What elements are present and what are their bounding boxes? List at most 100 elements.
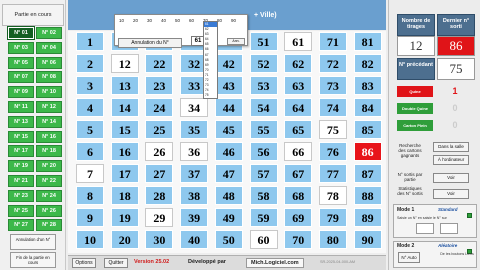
mode1-input-2[interactable] — [440, 223, 458, 234]
number-cell[interactable]: 10 — [76, 230, 104, 249]
game-button[interactable]: N° 14 — [36, 115, 62, 128]
number-cell[interactable]: 6 — [76, 142, 104, 161]
mode1-checkbox[interactable] — [467, 207, 472, 225]
number-cell[interactable]: 35 — [180, 120, 209, 139]
game-button[interactable]: N° 02 — [36, 27, 62, 39]
number-cell[interactable]: 68 — [284, 186, 313, 205]
number-cell[interactable]: 4 — [76, 98, 104, 117]
number-cell[interactable]: 74 — [318, 98, 347, 117]
number-cell[interactable]: 76 — [318, 142, 347, 161]
number-cell[interactable]: 37 — [180, 164, 209, 183]
cancel-number-confirm-button[interactable]: Annulation du N° — [118, 38, 182, 48]
dropdown-option[interactable]: 75 — [204, 93, 217, 98]
number-cell[interactable]: 2 — [76, 54, 104, 73]
game-button[interactable]: N° 28 — [36, 219, 62, 232]
game-button[interactable]: N° 11 — [8, 101, 34, 113]
auto-number-button[interactable]: N° Auto — [398, 252, 420, 263]
number-cell[interactable]: 5 — [76, 120, 104, 139]
number-cell[interactable]: 43 — [214, 76, 243, 95]
game-button[interactable]: N° 19 — [8, 160, 34, 173]
game-button[interactable]: N° 13 — [8, 115, 34, 128]
game-button[interactable]: N° 21 — [8, 175, 34, 187]
number-cell[interactable]: 66 — [284, 142, 313, 161]
game-button[interactable]: N° 12 — [36, 101, 62, 113]
number-cell[interactable]: 34 — [180, 98, 209, 117]
number-cell[interactable]: 77 — [318, 164, 347, 183]
game-button[interactable]: N° 03 — [8, 41, 34, 54]
number-cell[interactable]: 57 — [249, 164, 278, 183]
number-cell[interactable]: 14 — [110, 98, 139, 117]
number-cell[interactable]: 17 — [110, 164, 139, 183]
number-cell[interactable]: 47 — [214, 164, 243, 183]
range-option[interactable]: 90 — [231, 18, 236, 23]
number-cell[interactable]: 18 — [110, 186, 139, 205]
number-cell[interactable]: 13 — [110, 76, 139, 95]
range-option[interactable]: 50 — [175, 18, 180, 23]
number-cell[interactable]: 50 — [214, 230, 243, 249]
numbers-per-game-button[interactable]: Voir — [433, 173, 469, 183]
statistics-button[interactable]: Voir — [433, 189, 469, 199]
number-cell[interactable]: 54 — [249, 98, 278, 117]
number-cell[interactable]: 87 — [353, 164, 382, 183]
number-cell[interactable]: 70 — [284, 230, 313, 249]
game-button[interactable]: N° 20 — [36, 160, 62, 173]
number-cell[interactable]: 52 — [249, 54, 278, 73]
aux-button[interactable]: Ann. — [227, 38, 245, 45]
number-cell[interactable]: 36 — [180, 142, 209, 161]
number-cell[interactable]: 3 — [76, 76, 104, 95]
number-dropdown-list[interactable]: 61 62 63 64 65 66 67 68 69 70 71 72 73 74 75 — [203, 21, 218, 99]
website-link[interactable]: Mich.Logiciel.com — [246, 258, 304, 268]
number-cell[interactable]: 25 — [145, 120, 174, 139]
number-cell[interactable]: 23 — [145, 76, 174, 95]
game-button[interactable]: N° 04 — [36, 41, 62, 54]
number-cell[interactable]: 22 — [145, 54, 174, 73]
game-button[interactable]: N° 18 — [36, 145, 62, 158]
number-cell[interactable]: 44 — [214, 98, 243, 117]
number-cell[interactable]: 1 — [76, 32, 104, 51]
number-cell[interactable]: 26 — [145, 142, 174, 161]
number-cell[interactable]: 53 — [249, 76, 278, 95]
game-button[interactable]: N° 15 — [8, 130, 34, 143]
mode1-input-1[interactable] — [416, 223, 434, 234]
number-cell[interactable]: 65 — [284, 120, 313, 139]
game-button[interactable]: N° 26 — [36, 204, 62, 217]
number-cell[interactable]: 15 — [110, 120, 139, 139]
number-cell[interactable]: 60 — [249, 230, 278, 249]
number-cell[interactable]: 89 — [353, 208, 382, 227]
number-cell[interactable]: 73 — [318, 76, 347, 95]
number-cell[interactable]: 40 — [180, 230, 209, 249]
number-cell[interactable]: 82 — [353, 54, 382, 73]
number-cell[interactable]: 59 — [249, 208, 278, 227]
number-cell[interactable]: 46 — [214, 142, 243, 161]
number-cell[interactable]: 78 — [318, 186, 347, 205]
search-room-button[interactable]: Dans la salle — [433, 142, 469, 152]
game-button[interactable]: N° 05 — [8, 56, 34, 69]
number-cell[interactable]: 30 — [145, 230, 174, 249]
game-button[interactable]: N° 27 — [8, 219, 34, 232]
range-option[interactable]: 20 — [133, 18, 138, 23]
number-cell[interactable]: 81 — [353, 32, 382, 51]
number-cell[interactable]: 55 — [249, 120, 278, 139]
range-option[interactable]: 10 — [119, 18, 124, 23]
number-cell[interactable]: 51 — [249, 32, 278, 51]
game-button[interactable]: N° 10 — [36, 86, 62, 99]
number-cell[interactable]: 45 — [214, 120, 243, 139]
game-button[interactable]: N° 17 — [8, 145, 34, 158]
number-cell[interactable]: 58 — [249, 186, 278, 205]
number-cell[interactable]: 88 — [353, 186, 382, 205]
number-cell[interactable]: 42 — [214, 54, 243, 73]
number-cell[interactable]: 28 — [145, 186, 174, 205]
number-cell[interactable]: 69 — [284, 208, 313, 227]
game-button[interactable]: N° 23 — [8, 189, 34, 202]
number-cell[interactable]: 71 — [318, 32, 347, 51]
number-cell[interactable]: 49 — [214, 208, 243, 227]
number-cell[interactable]: 48 — [214, 186, 243, 205]
game-button[interactable]: N° 07 — [8, 71, 34, 84]
number-cell[interactable]: 90 — [353, 230, 382, 249]
search-computer-button[interactable]: À l'ordinateur — [433, 155, 469, 165]
number-cell[interactable]: 64 — [284, 98, 313, 117]
number-cell[interactable]: 75 — [318, 120, 347, 139]
game-button[interactable]: N° 01 — [7, 26, 35, 40]
number-cell[interactable]: 38 — [180, 186, 209, 205]
number-cell[interactable]: 84 — [353, 98, 382, 117]
